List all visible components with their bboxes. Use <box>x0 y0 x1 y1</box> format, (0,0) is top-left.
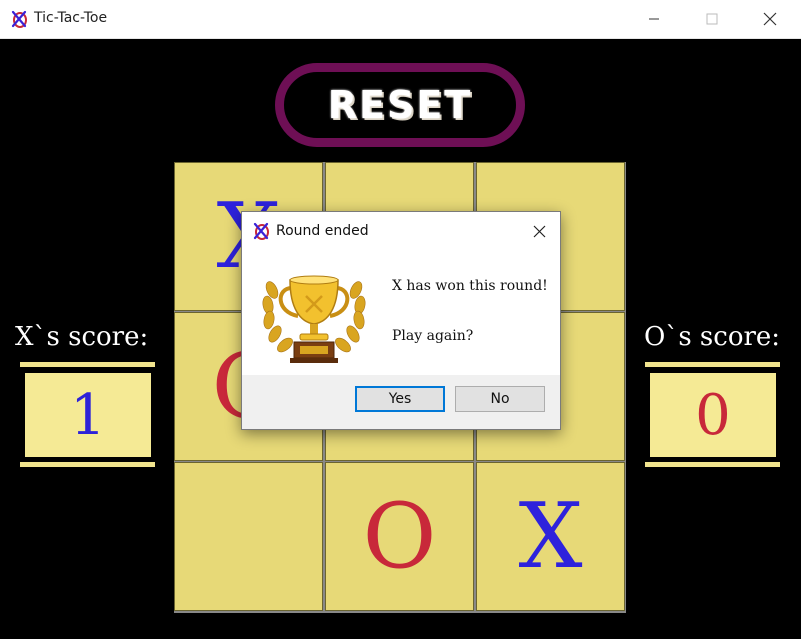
xo-logo-icon <box>253 222 269 240</box>
o-score-bar-bottom <box>645 462 780 467</box>
maximize-icon <box>706 13 718 25</box>
dialog-footer: Yes No <box>242 375 560 429</box>
dialog-title: Round ended <box>276 223 369 239</box>
dialog-message: X has won this round! <box>392 278 548 294</box>
x-score-bar-bottom <box>20 462 155 467</box>
maximize-button[interactable] <box>683 0 741 38</box>
o-score-box: 0 <box>650 373 776 457</box>
cell-mark: O <box>362 484 437 589</box>
board-cell-9[interactable]: X <box>476 462 625 611</box>
close-button[interactable] <box>741 0 799 38</box>
x-score-label: X`s score: <box>15 322 149 352</box>
title-bar: Tic-Tac-Toe <box>0 0 801 39</box>
x-score-box: 1 <box>25 373 151 457</box>
reset-label: RESET <box>327 83 473 127</box>
o-score-value: 0 <box>695 382 731 448</box>
round-ended-dialog: Round ended X has won this round! Play a… <box>241 211 561 430</box>
app-window: Tic-Tac-Toe RESET X`s score: 1 O`s score… <box>0 0 801 639</box>
trophy-icon <box>262 275 366 363</box>
x-score-value: 1 <box>70 382 106 448</box>
board-cell-7[interactable] <box>174 462 323 611</box>
o-score-label: O`s score: <box>644 322 781 352</box>
board-cell-8[interactable]: O <box>325 462 474 611</box>
xo-logo-icon <box>11 10 27 28</box>
close-icon <box>763 12 777 26</box>
reset-button[interactable]: RESET <box>275 63 525 147</box>
cell-mark: X <box>518 484 583 589</box>
dialog-question: Play again? <box>392 328 474 344</box>
window-title: Tic-Tac-Toe <box>34 10 108 26</box>
dialog-close-button[interactable] <box>528 220 550 242</box>
close-icon <box>533 225 545 237</box>
yes-button[interactable]: Yes <box>355 386 445 412</box>
minimize-icon <box>649 18 659 20</box>
x-score-bar-top <box>20 362 155 367</box>
minimize-button[interactable] <box>625 0 683 38</box>
no-button[interactable]: No <box>455 386 545 412</box>
o-score-bar-top <box>645 362 780 367</box>
